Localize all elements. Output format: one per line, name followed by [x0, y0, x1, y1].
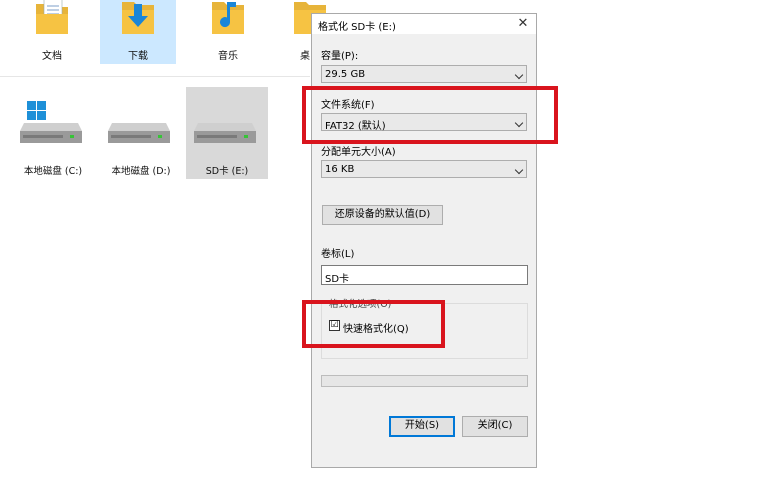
- folder-music[interactable]: 音乐: [190, 0, 266, 64]
- download-folder-icon: [122, 2, 154, 34]
- drive-label: SD卡 (E:): [205, 166, 249, 177]
- quick-format-label[interactable]: 快速格式化(Q): [343, 320, 409, 335]
- folder-downloads[interactable]: 下载: [100, 0, 176, 64]
- format-options-label: 格式化选项(O): [328, 296, 393, 310]
- allocation-label: 分配单元大小(A): [321, 147, 396, 158]
- folder-documents[interactable]: 文档: [14, 0, 90, 64]
- capacity-label: 容量(P):: [321, 51, 359, 62]
- drive-icon: [108, 123, 170, 143]
- close-button[interactable]: 关闭(C): [462, 416, 528, 437]
- chevron-down-icon: [514, 70, 524, 80]
- music-folder-icon: [212, 2, 244, 34]
- filesystem-value: FAT32 (默认): [325, 121, 386, 132]
- drive-c[interactable]: 本地磁盘 (C:): [12, 87, 94, 179]
- format-dialog: 格式化 SD卡 (E:) ✕ 容量(P): 29.5 GB 文件系统(F) FA…: [311, 13, 537, 468]
- folder-label: 文档: [42, 51, 62, 62]
- format-progress-bar: [321, 375, 528, 387]
- volume-label-label: 卷标(L): [321, 249, 355, 260]
- quick-format-checkbox[interactable]: ☑: [329, 320, 340, 331]
- document-folder-icon: [36, 0, 68, 34]
- capacity-value: 29.5 GB: [325, 69, 366, 80]
- drive-label: 本地磁盘 (D:): [111, 166, 171, 177]
- filesystem-label: 文件系统(F): [321, 100, 375, 111]
- folder-label: 下载: [128, 51, 148, 62]
- restore-defaults-button[interactable]: 还原设备的默认值(D): [322, 205, 443, 225]
- capacity-select[interactable]: 29.5 GB: [321, 65, 527, 83]
- drive-e[interactable]: SD卡 (E:): [186, 87, 268, 179]
- drive-icon: [194, 123, 256, 143]
- dialog-title: 格式化 SD卡 (E:): [318, 22, 396, 33]
- folder-label: 音乐: [218, 51, 238, 62]
- explorer-divider: [0, 76, 310, 77]
- close-icon[interactable]: ✕: [514, 15, 532, 33]
- system-drive-icon: [20, 101, 82, 143]
- filesystem-select[interactable]: FAT32 (默认): [321, 113, 527, 132]
- volume-label-input[interactable]: SD卡: [321, 265, 528, 285]
- drive-label: 本地磁盘 (C:): [23, 166, 83, 177]
- drive-d[interactable]: 本地磁盘 (D:): [100, 87, 182, 179]
- start-button[interactable]: 开始(S): [389, 416, 455, 437]
- folder-desktop[interactable]: 桌: [276, 0, 326, 64]
- allocation-value: 16 KB: [325, 164, 355, 175]
- allocation-select[interactable]: 16 KB: [321, 160, 527, 178]
- chevron-down-icon: [514, 118, 524, 128]
- volume-label-value: SD卡: [325, 274, 350, 285]
- chevron-down-icon: [514, 165, 524, 175]
- dialog-titlebar: 格式化 SD卡 (E:) ✕: [312, 14, 536, 34]
